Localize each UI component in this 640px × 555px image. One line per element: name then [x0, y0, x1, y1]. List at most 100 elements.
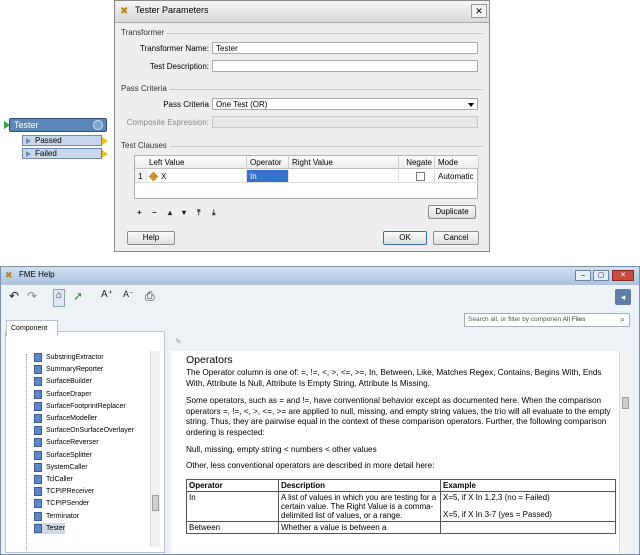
fme-help-window: ✖ FME Help – ▢ ✕ ↶ ↷ ⌂ ➚ A⁺ A⁻ ⎙ ◂ Searc… [0, 266, 640, 555]
tree-item[interactable]: SurfaceReverser [34, 437, 99, 448]
description-label: Test Description: [149, 62, 209, 71]
bookmark-icon[interactable]: ✎ [175, 337, 182, 346]
forward-icon[interactable]: ↷ [27, 289, 37, 307]
content-scrollbar[interactable] [619, 351, 631, 553]
group-title-clauses: Test Clauses [121, 141, 170, 150]
close-icon[interactable]: ✕ [612, 270, 634, 281]
port-passed[interactable]: Passed [22, 135, 108, 146]
tree-item[interactable]: SurfaceOnSurfaceOverlayer [34, 425, 134, 436]
move-bottom-button[interactable]: ⤓ [212, 208, 216, 218]
home-icon[interactable]: ⌂ [53, 289, 66, 307]
test-description-field[interactable] [212, 60, 478, 72]
node-title[interactable]: Tester [9, 118, 107, 132]
tree-item[interactable]: SubstringExtractor [34, 352, 104, 363]
dialog-title: Tester Parameters [135, 5, 209, 15]
table-row: Between Whether a value is between a [186, 521, 616, 534]
tree-item[interactable]: TCPIPSender [34, 498, 89, 509]
sync-icon[interactable]: ◂ [615, 289, 631, 305]
document-icon [34, 401, 42, 411]
tree-item[interactable]: SurfaceFootprintReplacer [34, 401, 126, 412]
transformer-name-field[interactable]: Tester [212, 42, 478, 54]
operator-cell[interactable]: In [247, 170, 289, 183]
move-up-button[interactable]: ▴ [168, 208, 172, 217]
search-scope[interactable]: All Files [563, 316, 586, 323]
negate-checkbox[interactable] [416, 172, 425, 181]
tree-item[interactable]: Terminator [34, 511, 79, 522]
name-label: Transformer Name: [139, 44, 209, 53]
tester-parameters-dialog: ✖ Tester Parameters ✕ Transformer Transf… [114, 0, 490, 252]
wrench-icon: ✖ [120, 6, 129, 17]
tree-scrollbar[interactable] [150, 351, 160, 547]
test-clauses-table[interactable]: Left Value Operator Right Value Negate M… [134, 155, 479, 199]
tree-item[interactable]: SurfaceBuilder [34, 376, 92, 387]
move-top-button[interactable]: ⤒ [197, 208, 201, 218]
ok-button[interactable]: OK [383, 231, 427, 245]
tree-scroll-thumb[interactable] [152, 495, 159, 511]
help-title: FME Help [19, 270, 55, 279]
tree-item[interactable]: TclCaller [34, 474, 73, 485]
group-title-transformer: Transformer [121, 28, 168, 37]
decrease-font-icon[interactable]: A⁻ [123, 289, 134, 307]
help-button[interactable]: Help [127, 231, 175, 245]
remove-row-button[interactable]: − [152, 208, 157, 217]
cancel-button[interactable]: Cancel [433, 231, 479, 245]
tree-item[interactable]: Tester [34, 522, 66, 534]
document-icon [34, 511, 42, 521]
pass-criteria-select[interactable]: One Test (OR) [212, 98, 478, 110]
search-icon[interactable]: ⌕ [620, 314, 625, 325]
operators-table: Operator Description Example In A list o… [186, 479, 616, 534]
negate-cell[interactable] [399, 170, 435, 183]
transformer-group [121, 33, 483, 34]
maximize-icon[interactable]: ▢ [593, 270, 609, 281]
composite-expression-field[interactable] [212, 116, 478, 128]
minimize-icon[interactable]: – [575, 270, 591, 281]
pass-criteria-group [121, 89, 483, 90]
tab-component[interactable]: Component [6, 320, 58, 336]
print-icon[interactable]: ⎙ [145, 289, 155, 307]
left-value-cell[interactable]: X [147, 170, 247, 183]
mode-cell[interactable]: Automatic [435, 170, 479, 183]
document-icon [34, 365, 42, 375]
output-port-icon[interactable] [102, 137, 108, 145]
search-input[interactable]: Search all, or filter by componen All Fi… [464, 313, 630, 327]
close-icon[interactable]: ✕ [471, 4, 487, 18]
document-icon [34, 426, 42, 436]
row-number: 1 [135, 170, 147, 183]
right-value-cell[interactable] [289, 170, 399, 183]
test-clauses-group [121, 146, 483, 147]
col-operator[interactable]: Operator [247, 156, 289, 169]
tree-item[interactable]: SystemCaller [34, 462, 88, 473]
table-row: In A list of values in which you are tes… [186, 491, 616, 522]
back-icon[interactable]: ↶ [9, 289, 19, 307]
col-left-value[interactable]: Left Value [135, 156, 247, 169]
increase-font-icon[interactable]: A⁺ [101, 289, 113, 307]
document-icon [34, 353, 42, 362]
document-icon [34, 450, 42, 460]
move-down-button[interactable]: ▾ [182, 208, 186, 217]
port-failed[interactable]: Failed [22, 148, 108, 159]
tree-item[interactable]: TCPIPReceiver [34, 486, 94, 497]
add-row-button[interactable]: + [137, 208, 142, 217]
document-icon [34, 389, 42, 399]
ordering-paragraph: Null, missing, empty string < numbers < … [186, 445, 377, 454]
content-scroll-thumb[interactable] [622, 397, 629, 409]
tester-node[interactable]: Tester Passed Failed [4, 118, 108, 162]
tree-guide [26, 354, 27, 550]
gear-icon[interactable] [93, 120, 103, 130]
duplicate-button[interactable]: Duplicate [428, 205, 476, 219]
help-content: Operators The Operator column is one of:… [171, 351, 621, 553]
col-right-value[interactable]: Right Value [289, 156, 399, 169]
tree-item[interactable]: SurfaceDraper [34, 389, 92, 400]
output-port-icon[interactable] [102, 150, 108, 158]
attribute-icon [148, 171, 159, 182]
tree-item[interactable]: SurfaceSplitter [34, 450, 92, 461]
table-header: Example [440, 479, 616, 492]
col-negate[interactable]: Negate [399, 156, 435, 169]
tree-item[interactable]: SurfaceModeller [34, 413, 97, 424]
table-header: Description [278, 479, 441, 492]
expand-arrow-icon [26, 151, 31, 157]
tree-item[interactable]: SummaryReporter [34, 364, 103, 375]
col-mode[interactable]: Mode [435, 156, 479, 169]
behavior-paragraph: Some operators, such as = and !=, have c… [186, 396, 611, 437]
add-bookmark-icon[interactable]: ➚ [73, 289, 83, 307]
